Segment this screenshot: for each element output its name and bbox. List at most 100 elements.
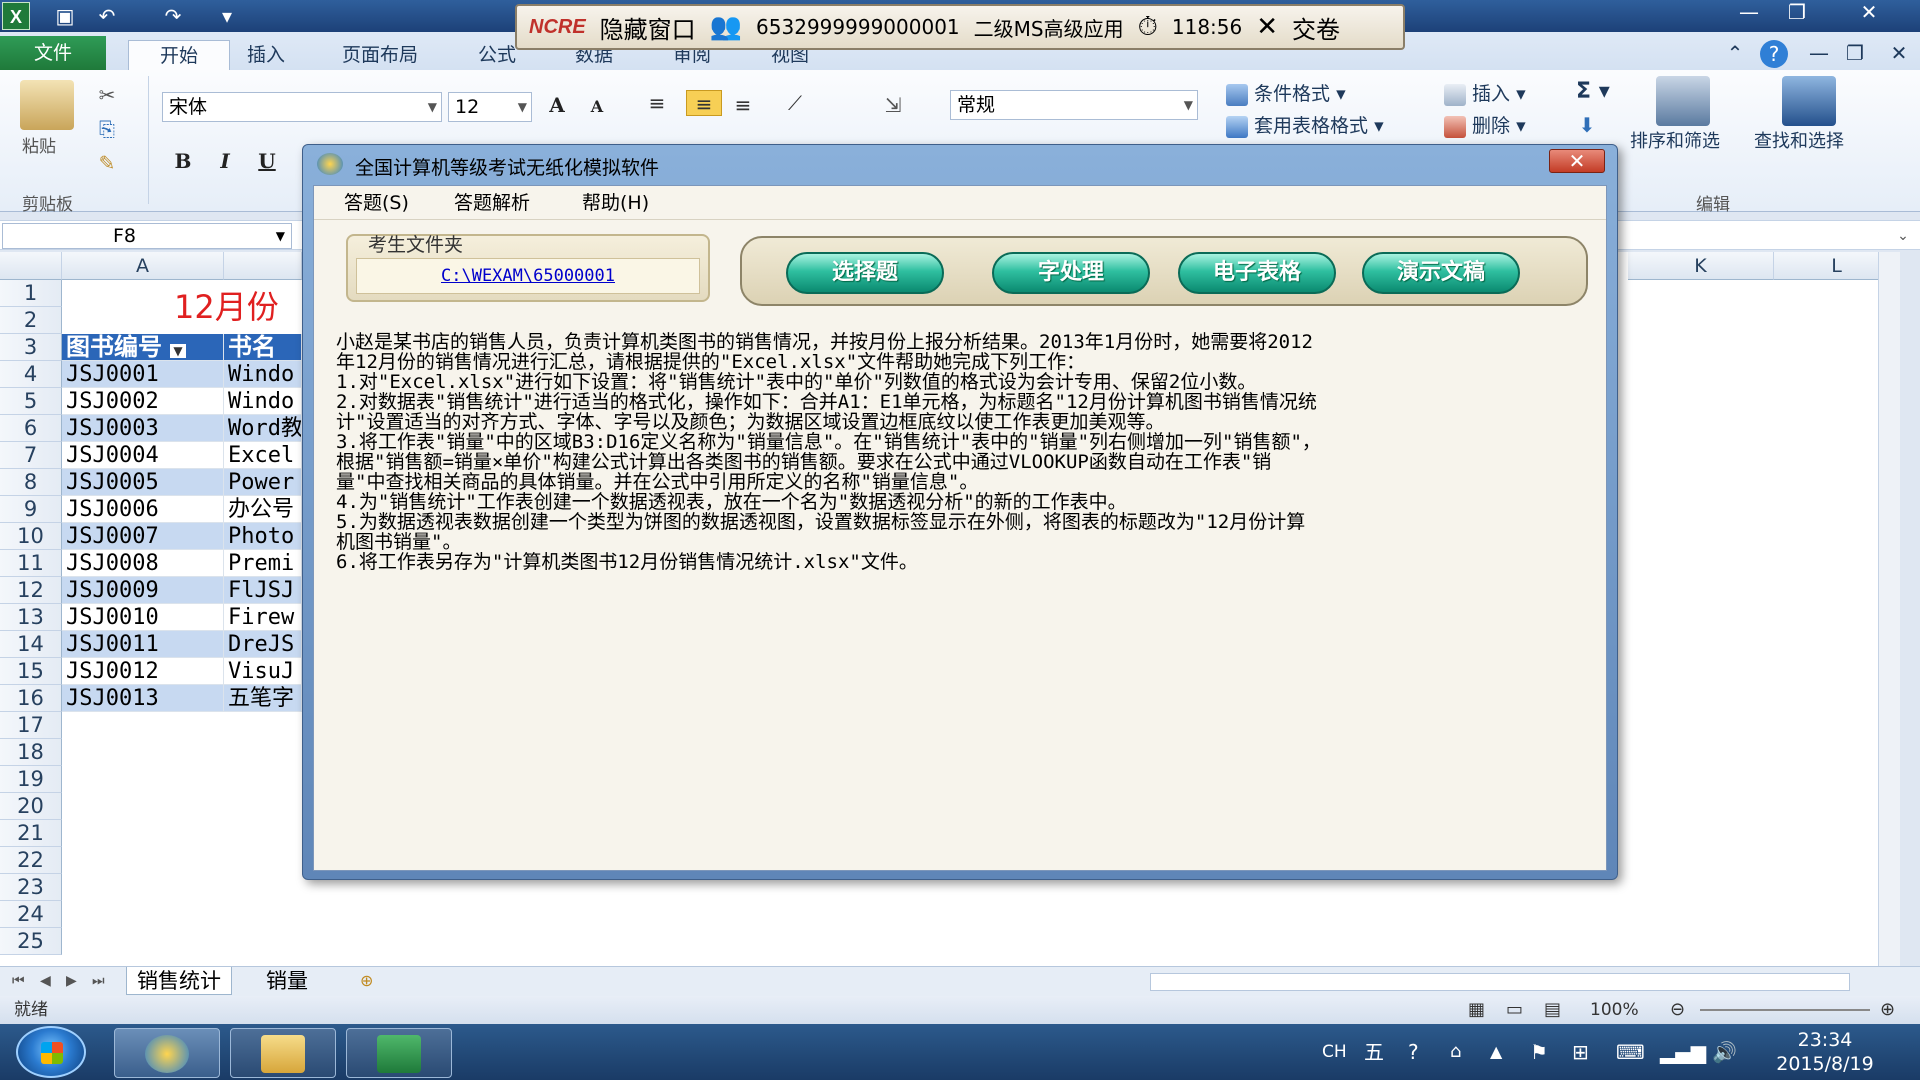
cut-icon[interactable]: ✂ — [94, 82, 120, 108]
shrink-font-button[interactable]: A — [580, 92, 614, 122]
restore-button[interactable]: ❐ — [1774, 0, 1820, 26]
book-name-cell[interactable]: Word教 — [224, 415, 302, 442]
row-header[interactable]: 19 — [0, 766, 62, 793]
copy-icon[interactable]: ⎘ — [94, 116, 120, 142]
menu-analysis[interactable]: 答题解析 — [454, 190, 530, 216]
row-header[interactable]: 18 — [0, 739, 62, 766]
submit-x-icon[interactable]: ✕ — [1256, 12, 1278, 42]
workbook-minimize-icon[interactable]: — — [1806, 40, 1832, 66]
book-id-cell[interactable]: JSJ0013 — [62, 685, 224, 712]
network-icon[interactable]: ▂▄▆ — [1660, 1024, 1706, 1080]
tab-file[interactable]: 文件 — [0, 36, 106, 70]
sort-filter-label[interactable]: 排序和筛选 — [1630, 128, 1720, 156]
align-top-icon[interactable]: ≡ — [644, 90, 670, 116]
row-header[interactable]: 16 — [0, 685, 62, 712]
book-id-cell[interactable]: JSJ0012 — [62, 658, 224, 685]
row-header[interactable]: 12 — [0, 577, 62, 604]
book-id-cell[interactable]: JSJ0003 — [62, 415, 224, 442]
excel-app-icon[interactable]: X — [2, 2, 30, 30]
windows-tray-icon[interactable]: ⊞ — [1572, 1024, 1589, 1080]
book-name-cell[interactable]: 五笔字 — [224, 685, 302, 712]
candidate-folder-link[interactable]: C:\WEXAM\65000001 — [356, 258, 700, 294]
hide-window-button[interactable]: 隐藏窗口 — [600, 10, 696, 45]
book-name-cell[interactable]: Photo — [224, 523, 302, 550]
row-header[interactable]: 20 — [0, 793, 62, 820]
row-header[interactable]: 25 — [0, 928, 62, 955]
row-header[interactable]: 24 — [0, 901, 62, 928]
sheet-tab-sales-stats[interactable]: 销售统计 — [126, 967, 232, 995]
column-header-a[interactable]: A — [62, 252, 224, 280]
choice-questions-button[interactable]: 选择题 — [786, 252, 944, 294]
menu-help[interactable]: 帮助(H) — [582, 190, 649, 216]
taskbar-excel[interactable] — [346, 1028, 452, 1078]
device-icon[interactable]: ⌨ — [1616, 1024, 1645, 1080]
delete-cells-button[interactable]: 删除 ▾ — [1444, 112, 1526, 140]
row-header[interactable]: 13 — [0, 604, 62, 631]
fill-icon[interactable]: ⬇ — [1574, 112, 1600, 138]
input-language[interactable]: CH — [1322, 1024, 1347, 1080]
autosum-button[interactable]: Σ ▾ — [1576, 78, 1610, 106]
book-name-cell[interactable]: 办公号 — [224, 496, 302, 523]
ime-icon[interactable]: 五 — [1364, 1024, 1384, 1080]
wrap-text-icon[interactable]: ⇲ — [880, 92, 906, 118]
row-header[interactable]: 2 — [0, 307, 62, 334]
paste-label[interactable]: 粘贴 — [22, 132, 56, 157]
action-center-flag-icon[interactable]: ⚑ — [1530, 1024, 1548, 1080]
number-format-combo[interactable]: 常规 ▼ — [950, 90, 1198, 120]
expand-formula-bar-icon[interactable]: ⌄ — [1890, 223, 1916, 249]
menu-answer[interactable]: 答题(S) — [344, 190, 409, 216]
submit-button[interactable]: 交卷 — [1292, 10, 1340, 45]
align-bottom-icon[interactable]: ≡ — [730, 92, 756, 118]
sheet-tab-sales-volume[interactable]: 销量 — [256, 967, 318, 995]
book-id-cell[interactable]: JSJ0008 — [62, 550, 224, 577]
row-header[interactable]: 17 — [0, 712, 62, 739]
zoom-slider[interactable] — [1700, 1009, 1870, 1011]
book-id-cell[interactable]: JSJ0004 — [62, 442, 224, 469]
collapse-ribbon-icon[interactable]: ⌃ — [1722, 40, 1748, 66]
tab-page-layout[interactable]: 页面布局 — [320, 40, 440, 70]
find-select-label[interactable]: 查找和选择 — [1754, 128, 1844, 156]
underline-button[interactable]: U — [250, 146, 284, 176]
paste-icon[interactable] — [20, 80, 74, 130]
row-header[interactable]: 1 — [0, 280, 62, 307]
grow-font-button[interactable]: A — [540, 90, 574, 120]
workbook-restore-icon[interactable]: ❐ — [1842, 40, 1868, 66]
redo-icon[interactable]: ↷ — [160, 3, 186, 29]
table-format-button[interactable]: 套用表格格式 ▾ — [1226, 112, 1384, 140]
word-processing-button[interactable]: 字处理 — [992, 252, 1150, 294]
save-icon[interactable]: ▣ — [52, 3, 78, 29]
system-clock[interactable]: 23:34 2015/8/19 — [1760, 1028, 1890, 1076]
ime-options-icon[interactable]: ⌂ — [1450, 1024, 1461, 1080]
header-cell-book-id[interactable]: 图书编号 ▼ — [62, 334, 224, 361]
book-name-cell[interactable]: Windo — [224, 361, 302, 388]
horizontal-scrollbar[interactable] — [1150, 973, 1850, 991]
font-size-combo[interactable]: 12 ▼ — [448, 92, 532, 122]
format-painter-icon[interactable]: ✎ — [94, 150, 120, 176]
column-header-k[interactable]: K — [1628, 252, 1774, 280]
dialog-close-button[interactable]: ✕ — [1549, 149, 1605, 173]
normal-view-icon[interactable]: ▦ — [1468, 996, 1485, 1024]
tab-insert[interactable]: 插入 — [226, 40, 306, 70]
book-id-cell[interactable]: JSJ0006 — [62, 496, 224, 523]
taskbar-explorer[interactable] — [230, 1028, 336, 1078]
start-button[interactable] — [16, 1026, 86, 1078]
italic-button[interactable]: I — [208, 146, 242, 176]
volume-icon[interactable]: 🔊 — [1712, 1024, 1737, 1080]
customize-qat-icon[interactable]: ▾ — [214, 3, 240, 29]
zoom-level[interactable]: 100% — [1590, 996, 1639, 1024]
prev-sheet-icon[interactable]: ◀ — [40, 967, 51, 995]
row-header[interactable]: 5 — [0, 388, 62, 415]
row-header[interactable]: 9 — [0, 496, 62, 523]
sort-filter-icon[interactable] — [1656, 76, 1710, 126]
row-header[interactable]: 15 — [0, 658, 62, 685]
row-header[interactable]: 22 — [0, 847, 62, 874]
book-name-cell[interactable]: Firew — [224, 604, 302, 631]
zoom-in-icon[interactable]: ⊕ — [1880, 996, 1895, 1024]
conditional-format-button[interactable]: 条件格式 ▾ — [1226, 80, 1346, 108]
row-header[interactable]: 11 — [0, 550, 62, 577]
book-name-cell[interactable]: Power — [224, 469, 302, 496]
book-name-cell[interactable]: Windo — [224, 388, 302, 415]
row-header[interactable]: 3 — [0, 334, 62, 361]
spreadsheet-button[interactable]: 电子表格 — [1178, 252, 1336, 294]
book-name-cell[interactable]: Excel — [224, 442, 302, 469]
